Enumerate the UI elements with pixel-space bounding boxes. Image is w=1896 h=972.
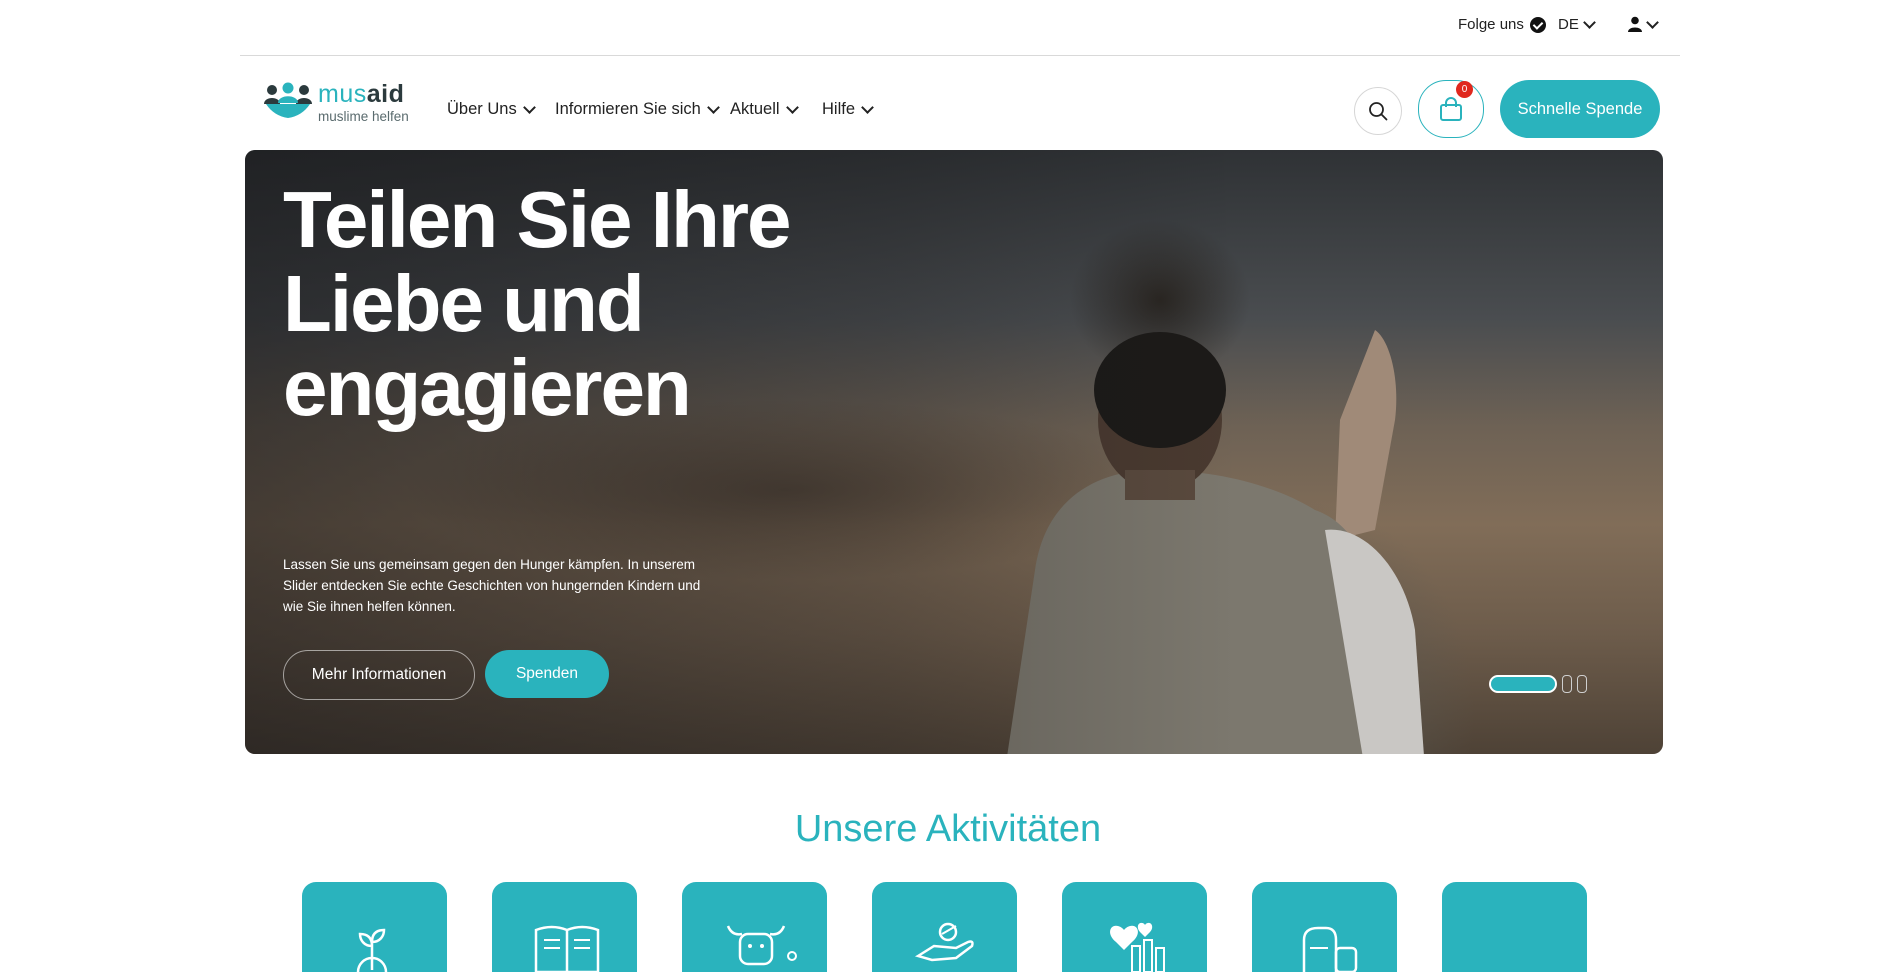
activity-card[interactable] xyxy=(302,882,447,972)
menu-label: Hilfe xyxy=(822,100,856,118)
menu-item-aktuell[interactable]: Aktuell xyxy=(730,100,799,119)
cow-icon xyxy=(726,925,797,966)
chevron-down-icon xyxy=(522,101,536,114)
search-icon xyxy=(1369,102,1388,121)
menu-item-informieren[interactable]: Informieren Sie sich xyxy=(555,100,720,119)
hearts-icon xyxy=(1110,922,1165,972)
activity-card[interactable] xyxy=(1252,882,1397,972)
site-logo[interactable]: musaid muslime helfen xyxy=(262,80,412,126)
donate-button[interactable]: Spenden xyxy=(485,650,609,698)
water-tank-icon xyxy=(1302,926,1358,972)
chevron-down-icon xyxy=(706,101,720,114)
activity-card[interactable] xyxy=(682,882,827,972)
activity-card[interactable] xyxy=(872,882,1017,972)
main-nav: musaid muslime helfen Über Uns Informier… xyxy=(240,56,1680,150)
logo-brand: musaid xyxy=(318,80,405,108)
activities-cards xyxy=(302,882,1587,972)
sapling-icon xyxy=(356,928,388,972)
giving-hand-icon xyxy=(914,922,974,962)
chevron-down-icon xyxy=(1646,15,1659,29)
slider-dot[interactable] xyxy=(1562,675,1572,693)
menu-label: Informieren Sie sich xyxy=(555,100,701,118)
hero-slider: Teilen Sie Ihre Liebe und engagieren Las… xyxy=(245,150,1663,754)
chevron-down-icon xyxy=(861,101,874,114)
activity-card[interactable] xyxy=(1442,882,1587,972)
book-icon xyxy=(534,925,600,972)
logo-people-icon xyxy=(264,82,312,118)
user-icon xyxy=(1628,16,1642,32)
activity-card[interactable] xyxy=(1062,882,1207,972)
follow-us-link[interactable]: Folge uns xyxy=(1458,16,1546,33)
follow-us-label: Folge uns xyxy=(1458,16,1524,33)
search-button[interactable] xyxy=(1354,87,1402,135)
more-info-button[interactable]: Mehr Informationen xyxy=(283,650,475,700)
menu-item-hilfe[interactable]: Hilfe xyxy=(822,100,874,119)
menu-label: Über Uns xyxy=(447,100,517,118)
user-menu[interactable] xyxy=(1628,15,1659,32)
language-label: DE xyxy=(1558,16,1579,33)
quick-donate-button[interactable]: Schnelle Spende xyxy=(1500,80,1660,138)
hero-title: Teilen Sie Ihre Liebe und engagieren xyxy=(283,175,791,432)
slider-dot[interactable] xyxy=(1577,675,1587,693)
language-selector[interactable]: DE xyxy=(1558,16,1596,33)
top-bar: Folge uns DE xyxy=(240,0,1680,56)
cart-count-badge: 0 xyxy=(1456,81,1473,98)
slider-dot-active[interactable] xyxy=(1489,675,1557,693)
cart-button[interactable]: 0 xyxy=(1418,80,1484,138)
activity-card[interactable] xyxy=(492,882,637,972)
hero-description: Lassen Sie uns gemeinsam gegen den Hunge… xyxy=(283,557,701,614)
logo-tagline: muslime helfen xyxy=(318,109,409,124)
chevron-down-icon xyxy=(1582,16,1596,29)
slider-pagination xyxy=(1489,675,1587,693)
verified-icon xyxy=(1529,16,1546,33)
shopping-bag-icon xyxy=(1440,97,1462,121)
menu-item-ueber-uns[interactable]: Über Uns xyxy=(447,100,536,119)
menu-label: Aktuell xyxy=(730,100,780,118)
activities-title: Unsere Aktivitäten xyxy=(794,808,1102,850)
chevron-down-icon xyxy=(785,101,799,114)
